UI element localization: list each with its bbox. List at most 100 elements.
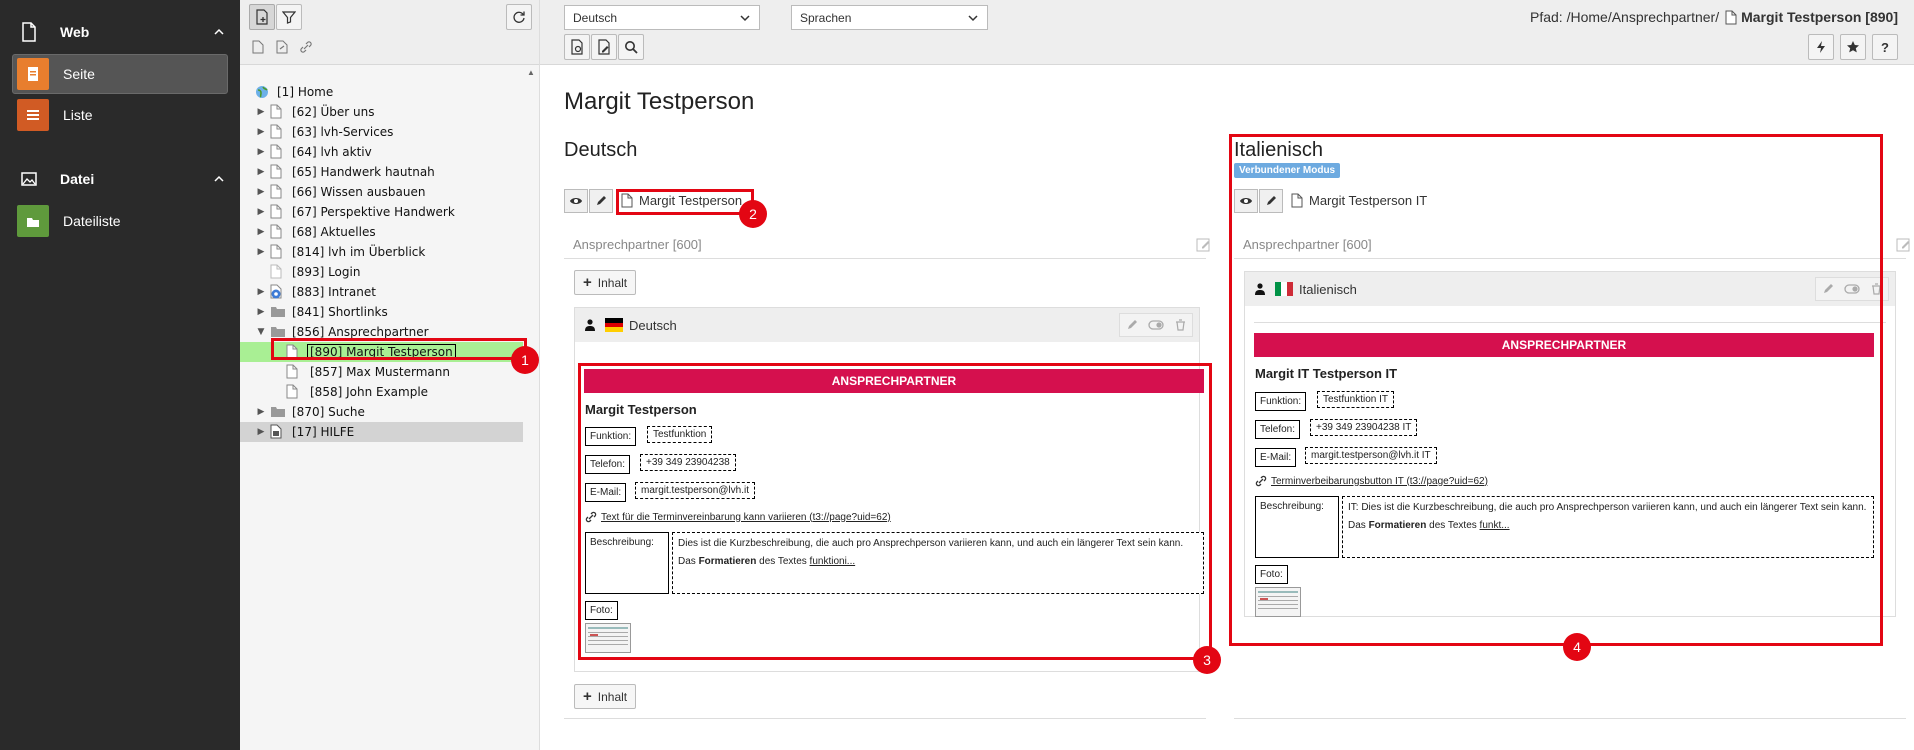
- scroll-up-arrow[interactable]: ▲: [527, 68, 535, 77]
- tree-node[interactable]: ▶ [63] lvh-Services: [240, 122, 523, 142]
- chevron-up-icon: [212, 172, 226, 186]
- tree-node[interactable]: [893] Login: [240, 262, 523, 282]
- languages-select[interactable]: Sprachen: [791, 5, 988, 30]
- expand-arrow-icon[interactable]: ▶: [256, 207, 266, 217]
- help-button[interactable]: ?: [1872, 34, 1898, 60]
- tree-node[interactable]: ▶ [870] Suche: [240, 402, 523, 422]
- column-header-de: Ansprechpartner [600]: [573, 237, 702, 252]
- tree-node[interactable]: [1] Home: [240, 82, 523, 102]
- expand-arrow-icon[interactable]: ▶: [256, 167, 266, 177]
- module-item-liste[interactable]: Liste: [12, 95, 228, 135]
- plus-icon: +: [583, 274, 592, 291]
- annotation-box-3: [578, 363, 1212, 660]
- add-content-button[interactable]: + Inhalt: [574, 270, 637, 295]
- page-icon: [270, 244, 284, 260]
- page-title: Margit Testperson: [564, 88, 755, 115]
- module-item-dateiliste[interactable]: Dateiliste: [12, 201, 228, 241]
- expand-arrow-icon[interactable]: ▶: [256, 187, 266, 197]
- page-icon: [270, 204, 284, 220]
- expand-arrow-icon[interactable]: ▶: [256, 147, 266, 157]
- view-page-button[interactable]: [564, 34, 590, 60]
- new-page-icon: [256, 9, 268, 25]
- image-icon: [18, 168, 40, 190]
- annotation-marker-3: 3: [1193, 646, 1221, 674]
- tree-node[interactable]: [858] John Example: [240, 382, 523, 402]
- tree-node[interactable]: [857] Max Mustermann: [240, 362, 523, 382]
- folder-icon: [270, 305, 285, 321]
- add-content-button[interactable]: + Inhalt: [574, 684, 637, 709]
- chevron-up-icon: [212, 25, 226, 39]
- filelist-module-icon: [17, 205, 49, 237]
- module-group-datei[interactable]: Datei: [0, 157, 240, 201]
- plus-icon: +: [583, 688, 592, 705]
- expand-arrow-icon[interactable]: ▶: [256, 287, 266, 297]
- refresh-button[interactable]: [506, 4, 532, 30]
- chevron-down-icon: [967, 12, 979, 24]
- module-item-seite[interactable]: Seite: [12, 54, 228, 94]
- view-button[interactable]: [564, 189, 588, 213]
- edit-column-icon[interactable]: [1896, 237, 1912, 253]
- tree-node[interactable]: ▶ [883] Intranet: [240, 282, 523, 302]
- help-icon: ?: [1881, 39, 1889, 55]
- link-icon[interactable]: [298, 39, 314, 55]
- edit-column-icon[interactable]: [1196, 237, 1212, 253]
- filter-icon: [282, 11, 296, 24]
- tree-node[interactable]: ▶ [68] Aktuelles: [240, 222, 523, 242]
- tree-node[interactable]: ▶ [64] lvh aktiv: [240, 142, 523, 162]
- edit-page-icon: [598, 39, 610, 55]
- help-page-icon: [270, 424, 284, 440]
- collapse-arrow-icon[interactable]: ▼: [256, 327, 266, 337]
- filter-button[interactable]: [276, 4, 302, 30]
- view-page-icon: [571, 39, 583, 55]
- column-divider: [564, 718, 1206, 719]
- expand-arrow-icon[interactable]: ▶: [256, 427, 266, 437]
- page-link-icon[interactable]: [274, 39, 290, 55]
- annotation-marker-4: 4: [1563, 633, 1591, 661]
- clear-cache-button[interactable]: [1808, 34, 1834, 60]
- module-menu: Web Seite Liste Datei Dateiliste: [0, 0, 240, 750]
- search-button[interactable]: [618, 34, 644, 60]
- pencil-icon: [597, 196, 606, 205]
- column-divider: [1234, 718, 1906, 719]
- search-icon: [625, 41, 638, 54]
- star-icon: [1847, 41, 1859, 53]
- doc-header: Deutsch Sprachen Pfad: /Home/Ansprechpar…: [540, 0, 1914, 65]
- page-tree-toolbar: [240, 0, 539, 65]
- expand-arrow-icon[interactable]: ▶: [256, 227, 266, 237]
- page-icon: [1725, 10, 1737, 25]
- expand-arrow-icon[interactable]: ▶: [256, 247, 266, 257]
- page-icon: [270, 264, 284, 280]
- expand-arrow-icon[interactable]: ▶: [256, 127, 266, 137]
- page-tree: [1] Home ▶ [62] Über uns ▶ [63] lvh-Serv…: [240, 82, 523, 442]
- eye-icon: [570, 198, 582, 204]
- tree-node[interactable]: ▶ [814] lvh im Überblick: [240, 242, 523, 262]
- tree-node[interactable]: ▶ [67] Perspektive Handwerk: [240, 202, 523, 222]
- module-group-web[interactable]: Web: [0, 10, 240, 54]
- toggle-icon[interactable]: [1144, 314, 1168, 336]
- content-element-header: Deutsch: [575, 308, 1199, 342]
- annotation-box-4: [1229, 134, 1883, 646]
- annotation-marker-1: 1: [511, 346, 539, 374]
- language-select[interactable]: Deutsch: [564, 5, 760, 30]
- new-page-button[interactable]: [249, 4, 275, 30]
- user-icon: [585, 319, 595, 331]
- list-module-icon: [17, 99, 49, 131]
- expand-arrow-icon[interactable]: ▶: [256, 407, 266, 417]
- annotation-box-2: [616, 189, 754, 215]
- expand-arrow-icon[interactable]: ▶: [256, 107, 266, 117]
- tree-node[interactable]: ▶ [66] Wissen ausbauen: [240, 182, 523, 202]
- tree-node[interactable]: ▶ [841] Shortlinks: [240, 302, 523, 322]
- pencil-icon[interactable]: [1120, 314, 1144, 336]
- german-flag-icon: [605, 318, 623, 333]
- annotation-marker-2: 2: [739, 200, 767, 228]
- bookmark-button[interactable]: [1840, 34, 1866, 60]
- tree-node[interactable]: ▶ [17] HILFE: [240, 422, 523, 442]
- edit-button[interactable]: [589, 189, 613, 213]
- tree-node[interactable]: ▶ [65] Handwerk hautnah: [240, 162, 523, 182]
- folder-icon: [270, 405, 285, 421]
- expand-arrow-icon[interactable]: ▶: [256, 307, 266, 317]
- page-icon[interactable]: [250, 39, 266, 55]
- trash-icon[interactable]: [1168, 314, 1192, 336]
- tree-node[interactable]: ▶ [62] Über uns: [240, 102, 523, 122]
- edit-page-properties-button[interactable]: [591, 34, 617, 60]
